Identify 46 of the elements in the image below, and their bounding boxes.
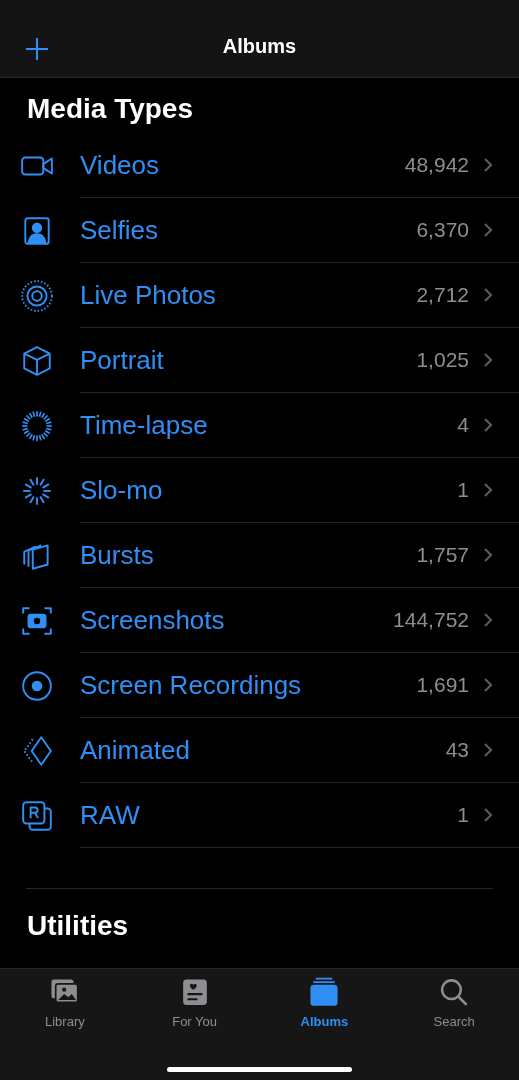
item-count: 48,942	[404, 152, 469, 179]
tab[interactable]: Search	[389, 969, 519, 1031]
album-name[interactable]: Live Photos	[80, 275, 417, 315]
timelapse-icon	[20, 408, 54, 443]
tab[interactable]: Albums	[259, 969, 390, 1031]
item-count: 1	[457, 802, 469, 829]
chevron-icon	[483, 482, 493, 498]
chevron-icon	[483, 287, 493, 303]
chevron-icon	[483, 157, 493, 173]
chevron-icon	[483, 677, 493, 693]
album-name[interactable]: Animated	[80, 730, 446, 770]
chevron-icon	[483, 807, 493, 823]
item-count: 1,757	[416, 542, 469, 569]
raw-file-icon	[20, 798, 54, 833]
album-name[interactable]: RAW	[80, 795, 458, 835]
chevron-icon	[483, 352, 493, 368]
item-count: 1,025	[416, 347, 469, 374]
chevron-icon	[483, 742, 493, 758]
cube-icon	[20, 343, 54, 378]
album-name[interactable]: Slo-mo	[80, 470, 458, 510]
section-title: Utilities	[26, 909, 130, 943]
item-count: 1,691	[416, 672, 469, 699]
item-count: 4	[457, 412, 469, 439]
album-name[interactable]: Videos	[80, 145, 405, 185]
item-count: 6,370	[416, 217, 469, 244]
album-name[interactable]: Screenshots	[80, 600, 394, 640]
tab[interactable]: For You	[129, 969, 260, 1031]
record-icon	[20, 668, 54, 703]
tab[interactable]: Library	[0, 969, 130, 1031]
album-name[interactable]: Time-lapse	[80, 405, 458, 445]
live-photo-icon	[20, 278, 54, 313]
chevron-icon	[483, 222, 493, 238]
window-title: Albums	[222, 34, 297, 59]
album-name[interactable]: Bursts	[80, 535, 417, 575]
item-count: 2,712	[416, 282, 469, 309]
item-count: 43	[445, 737, 469, 764]
item-count: 144,752	[393, 607, 469, 634]
album-name[interactable]: Selfies	[80, 210, 417, 250]
album-name[interactable]: Screen Recordings	[80, 665, 417, 705]
section-title: Media Types	[26, 92, 194, 126]
item-count: 1	[457, 477, 469, 504]
album-name[interactable]: Portrait	[80, 340, 417, 380]
chevron-icon	[483, 547, 493, 563]
chevron-icon	[483, 612, 493, 628]
chevron-icon	[483, 417, 493, 433]
add-icon[interactable]	[26, 38, 48, 60]
